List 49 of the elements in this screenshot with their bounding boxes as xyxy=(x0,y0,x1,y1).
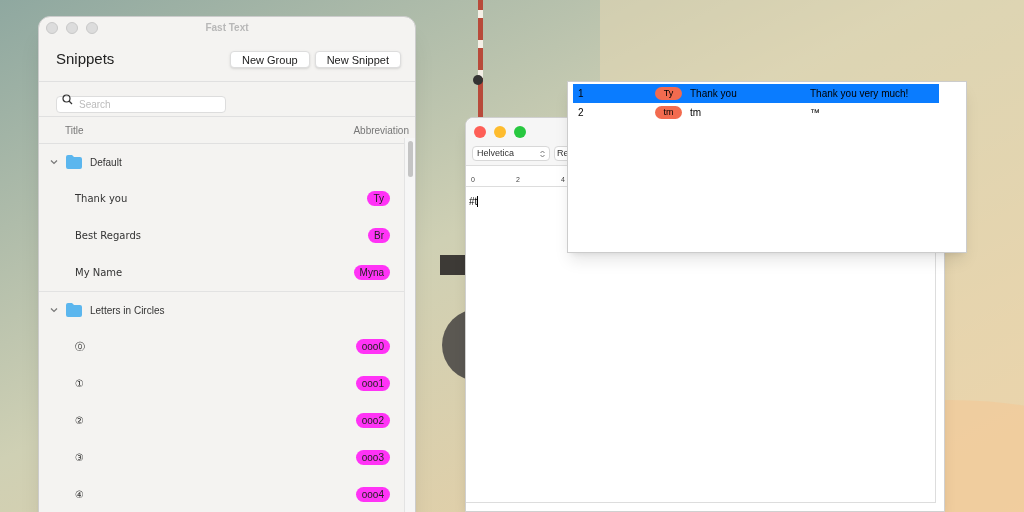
abbreviation-badge: tm xyxy=(655,106,682,119)
new-group-button[interactable]: New Group xyxy=(230,51,310,68)
chevron-icon[interactable] xyxy=(50,306,58,314)
snippet-title[interactable]: ③ xyxy=(75,450,84,465)
snippets-heading: Snippets xyxy=(56,49,115,70)
font-family-select[interactable]: Helvetica xyxy=(472,146,550,161)
close-button[interactable] xyxy=(474,126,486,138)
snippet-title[interactable]: Thank you xyxy=(75,191,128,206)
expansion-text: Thank you very much! xyxy=(810,87,909,101)
chevron-icon[interactable] xyxy=(50,158,58,166)
snippet-title[interactable]: My Name xyxy=(75,265,123,280)
close-button[interactable] xyxy=(46,21,58,34)
abbreviation-badge: Br xyxy=(368,228,390,243)
folder-icon xyxy=(66,303,82,317)
minimize-button[interactable] xyxy=(494,126,506,138)
zoom-button[interactable] xyxy=(86,21,98,34)
title-text: tm xyxy=(689,106,703,120)
index-text: 1 xyxy=(577,87,585,101)
new-snippet-button[interactable]: New Snippet xyxy=(314,51,401,68)
abbreviation-badge: Ty xyxy=(655,87,682,100)
search-icon xyxy=(62,93,73,105)
group-name[interactable]: Letters in Circles xyxy=(90,302,165,318)
snippet-title[interactable]: ① xyxy=(75,376,84,391)
expansion-text: ™ xyxy=(810,106,820,120)
window-title: Fast Text xyxy=(205,21,249,35)
snippet-title[interactable]: ⓪ xyxy=(75,339,85,354)
abbreviation-badge: ooo3 xyxy=(355,450,390,465)
suggestion-row[interactable]: 1 Ty Thank you Thank you very much! xyxy=(573,84,939,103)
abbreviation-badge: ooo4 xyxy=(355,487,390,502)
snippet-title[interactable]: Best Regards xyxy=(75,228,141,243)
zoom-button[interactable] xyxy=(514,126,526,138)
stepper-icon xyxy=(540,149,545,158)
group-name[interactable]: Default xyxy=(90,154,122,170)
abbreviation-badge: Myna xyxy=(353,265,390,280)
snippet-title[interactable]: ② xyxy=(75,413,84,428)
folder-icon xyxy=(66,155,82,169)
document-text: #t xyxy=(469,196,479,207)
abbreviation-badge: ooo1 xyxy=(355,376,390,391)
scrollbar-thumb[interactable] xyxy=(407,141,413,177)
abbreviation-badge: ooo2 xyxy=(355,413,390,428)
title-text: Thank you xyxy=(689,87,738,101)
column-header[interactable]: Title xyxy=(65,122,84,138)
abbreviation-badge: ooo0 xyxy=(355,339,390,354)
column-header[interactable]: Abbreviation xyxy=(353,122,409,138)
minimize-button[interactable] xyxy=(66,21,78,34)
index-text: 2 xyxy=(577,106,585,120)
abbreviation-badge: Ty xyxy=(367,191,390,206)
snippet-title[interactable]: ④ xyxy=(75,487,84,502)
search-field[interactable]: Search xyxy=(56,95,226,113)
